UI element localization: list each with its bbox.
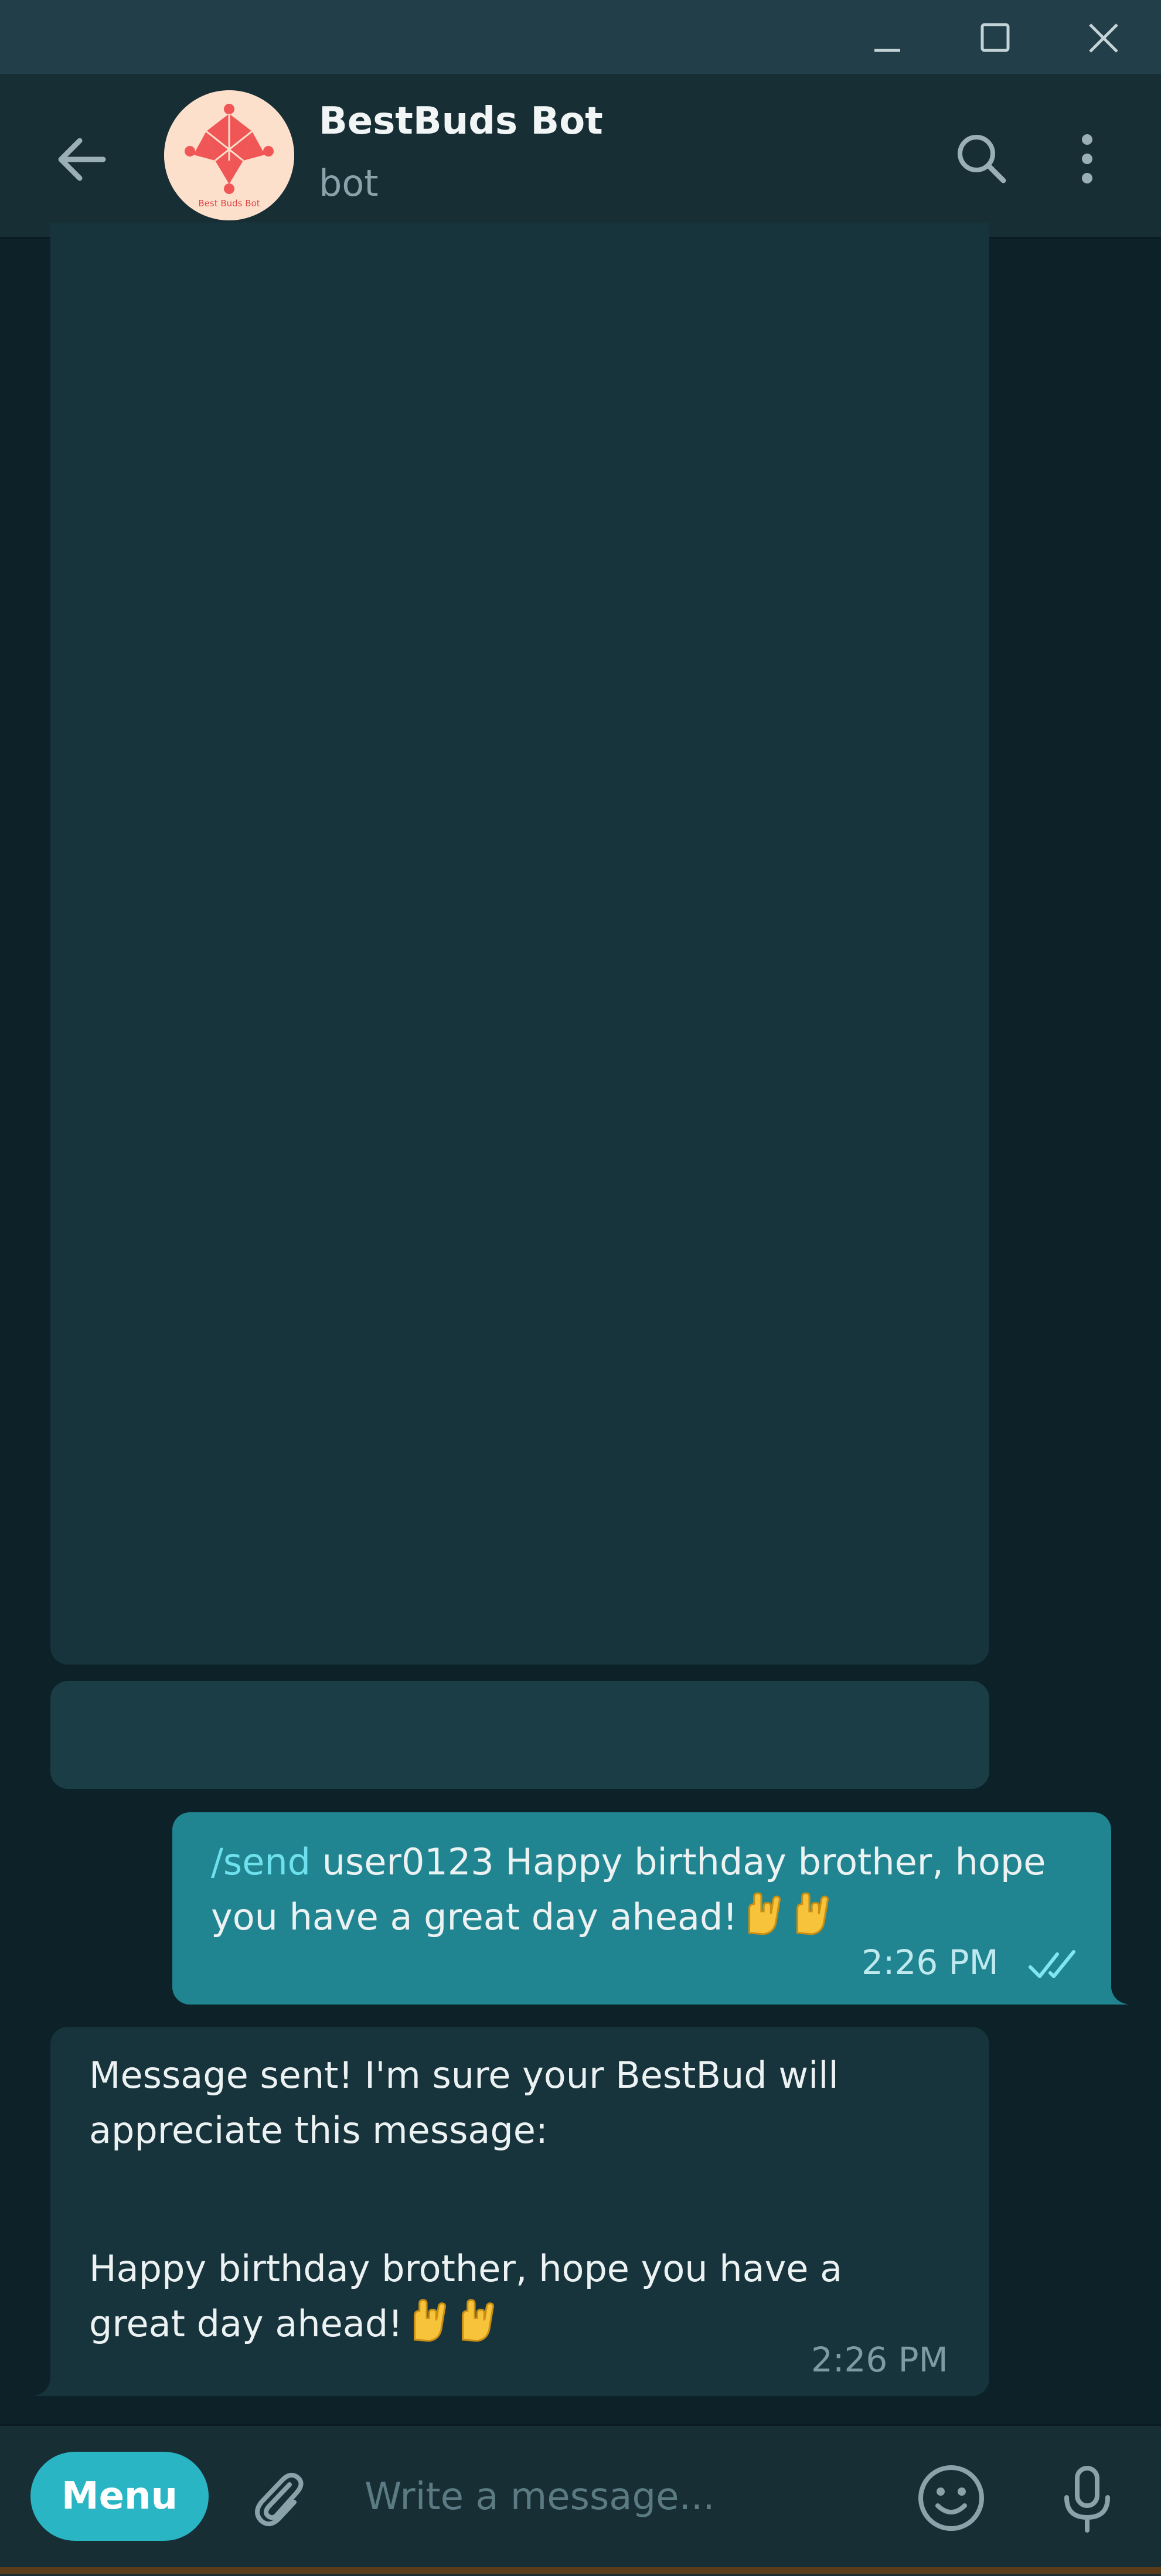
minimize-icon[interactable] (862, 12, 914, 64)
search-icon[interactable] (949, 127, 1014, 191)
love-you-gesture-emoji (451, 2296, 499, 2344)
close-icon[interactable] (1077, 12, 1130, 64)
double-check-icon (1027, 1947, 1085, 1982)
chat-subtitle: bot (319, 162, 379, 205)
window-title-bar (0, 0, 1161, 74)
back-arrow-icon[interactable] (47, 124, 117, 195)
chat-header: Best Buds Bot BestBuds Bot bot (0, 74, 1161, 239)
emoji-icon[interactable] (913, 2460, 989, 2536)
bot-logo: Best Buds Bot (164, 90, 294, 220)
svg-text:Best Buds Bot: Best Buds Bot (198, 198, 260, 209)
maximize-icon[interactable] (969, 12, 1022, 64)
message-text-line: /send user0123 Happy birthday brother, h… (211, 1840, 1046, 1883)
love-you-gesture-emoji (737, 1890, 785, 1938)
media-message-bubble[interactable] (50, 223, 989, 1665)
incoming-message-bubble[interactable]: Message sent! I'm sure your BestBud will… (50, 2027, 989, 2396)
avatar[interactable]: Best Buds Bot (164, 90, 294, 220)
message-text-line: Happy birthday brother, hope you have a (89, 2247, 843, 2290)
message-composer: Menu (0, 2424, 1161, 2576)
message-text-line: Message sent! I'm sure your BestBud will (89, 2054, 839, 2097)
menu-button[interactable]: Menu (30, 2452, 209, 2541)
chat-title[interactable]: BestBuds Bot (319, 100, 603, 143)
message-time: 2:26 PM (811, 2340, 948, 2380)
bot-command-link[interactable]: /send (211, 1840, 311, 1883)
outgoing-message-bubble[interactable]: /send user0123 Happy birthday brother, h… (172, 1812, 1111, 2005)
bubble-tail (33, 2380, 50, 2396)
message-text-line: great day ahead! (89, 2296, 499, 2352)
love-you-gesture-emoji (403, 2296, 451, 2344)
paperclip-icon[interactable] (240, 2461, 316, 2537)
inline-keyboard-button[interactable] (50, 1681, 989, 1789)
bubble-tail (1111, 1988, 1129, 2005)
love-you-gesture-emoji (785, 1890, 833, 1938)
message-time: 2:26 PM (862, 1942, 999, 1982)
message-text-line: appreciate this message: (89, 2109, 548, 2152)
more-vertical-icon[interactable] (1055, 127, 1119, 191)
message-text-line: you have a great day ahead! (211, 1890, 833, 1945)
message-input[interactable] (363, 2455, 893, 2538)
window-bottom-edge (0, 2567, 1161, 2574)
microphone-icon[interactable] (1049, 2460, 1125, 2536)
